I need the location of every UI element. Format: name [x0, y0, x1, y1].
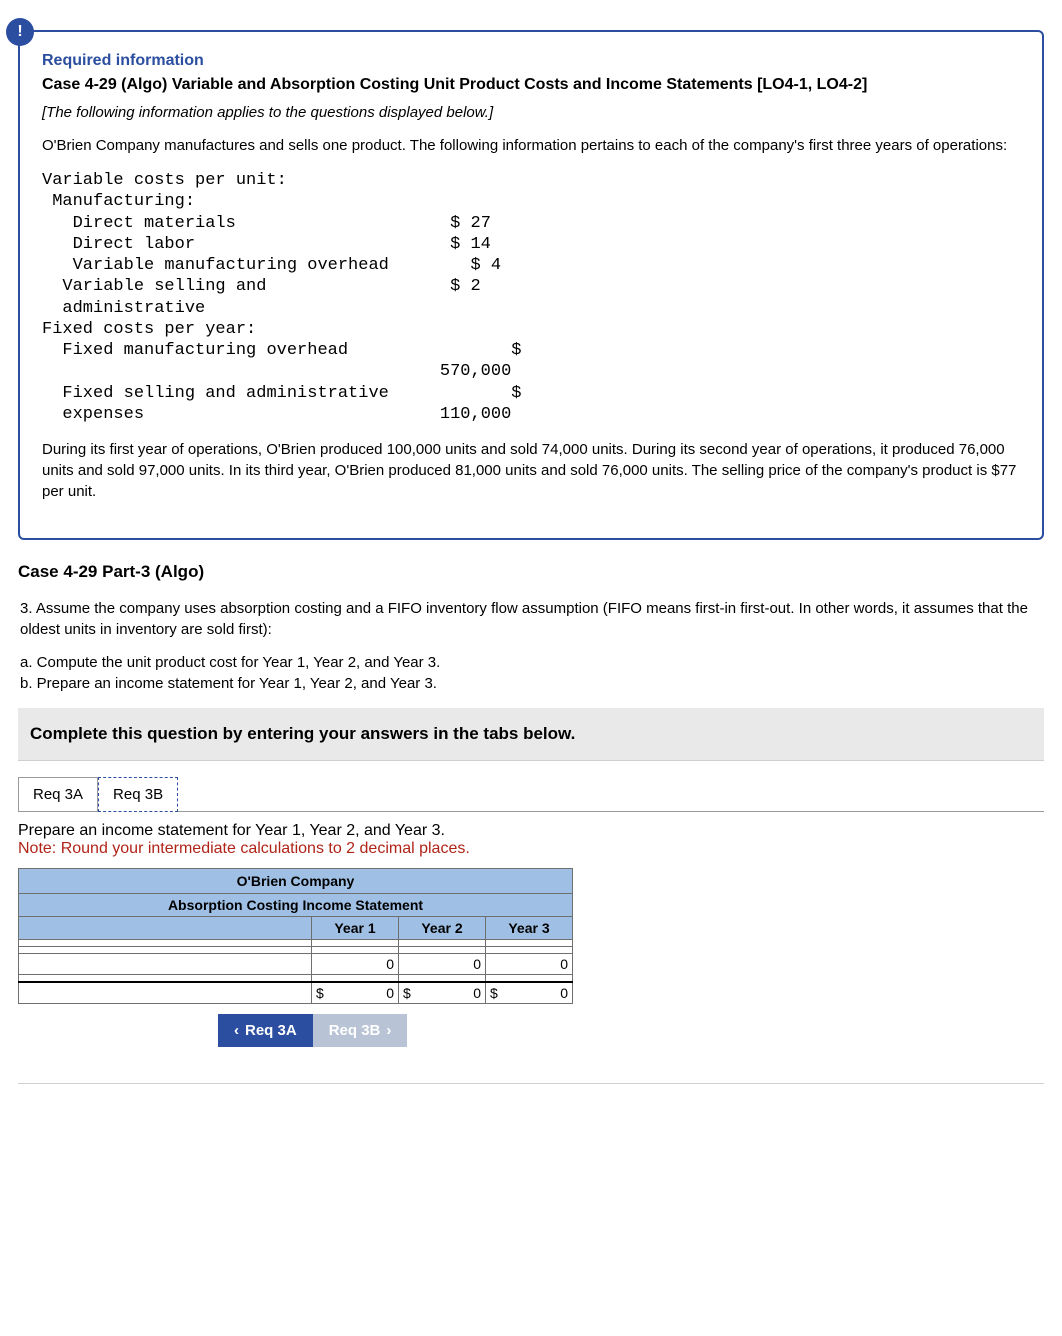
row1-y1[interactable]	[312, 940, 399, 947]
row2-y3[interactable]	[486, 947, 573, 954]
vsa-label-line1: Variable selling and	[62, 277, 266, 296]
variable-costs-heading: Variable costs per unit:	[42, 171, 287, 190]
tab-req-3b[interactable]: Req 3B	[98, 777, 178, 812]
nav-prev-button[interactable]: ‹ Req 3A	[218, 1014, 313, 1047]
alert-icon: !	[6, 18, 34, 46]
row2-label[interactable]	[19, 947, 312, 954]
fsa-currency: $	[511, 384, 521, 403]
fmo-value: 570,000	[440, 362, 511, 381]
tabs-row: Req 3A Req 3B	[18, 777, 1044, 812]
row3-y3: 0	[486, 954, 573, 975]
table-company-header: O'Brien Company	[19, 869, 573, 894]
fsa-value: 110,000	[440, 405, 511, 424]
tab-content: Prepare an income statement for Year 1, …	[18, 812, 1044, 1047]
tab-prompt: Prepare an income statement for Year 1, …	[18, 822, 1044, 840]
row3-y1: 0	[312, 954, 399, 975]
row4-y1[interactable]	[312, 975, 399, 983]
income-statement-table: O'Brien Company Absorption Costing Incom…	[18, 868, 573, 1004]
row4-label[interactable]	[19, 975, 312, 983]
row5-label[interactable]	[19, 982, 312, 1004]
question-b: b. Prepare an income statement for Year …	[20, 673, 1042, 694]
row1-y3[interactable]	[486, 940, 573, 947]
vmo-label: Variable manufacturing overhead	[73, 256, 389, 275]
question-a: a. Compute the unit product cost for Yea…	[20, 652, 1042, 673]
direct-materials-label: Direct materials	[73, 214, 236, 233]
row1-label[interactable]	[19, 940, 312, 947]
question-intro: 3. Assume the company uses absorption co…	[20, 598, 1042, 640]
operations-paragraph: During its first year of operations, O'B…	[42, 439, 1020, 502]
nav-next-label: Req 3B	[329, 1022, 381, 1039]
required-info-heading: Required information	[42, 52, 1020, 70]
direct-labor-value: $ 14	[450, 235, 491, 254]
row5-y3: $0	[486, 982, 573, 1004]
row5-y2: $0	[399, 982, 486, 1004]
col-year-3: Year 3	[486, 917, 573, 940]
col-year-1: Year 1	[312, 917, 399, 940]
nav-next-button[interactable]: Req 3B ›	[313, 1014, 408, 1047]
applies-note: [The following information applies to th…	[42, 104, 1020, 121]
row4-y2[interactable]	[399, 975, 486, 983]
fixed-costs-heading: Fixed costs per year:	[42, 320, 256, 339]
vsa-label-line2: administrative	[62, 299, 205, 318]
company-intro-paragraph: O'Brien Company manufactures and sells o…	[42, 135, 1020, 156]
fsa-label-line2: expenses	[62, 405, 144, 424]
row1-y2[interactable]	[399, 940, 486, 947]
fmo-currency: $	[511, 341, 521, 360]
nav-row: ‹ Req 3A Req 3B ›	[218, 1014, 1044, 1047]
chevron-right-icon: ›	[386, 1022, 391, 1039]
row2-y2[interactable]	[399, 947, 486, 954]
rounding-note: Note: Round your intermediate calculatio…	[18, 840, 1044, 858]
direct-labor-label: Direct labor	[73, 235, 195, 254]
vmo-value: $ 4	[471, 256, 502, 275]
tab-req-3a[interactable]: Req 3A	[18, 777, 98, 812]
fsa-label-line1: Fixed selling and administrative	[62, 384, 388, 403]
nav-prev-label: Req 3A	[245, 1022, 297, 1039]
fmo-label: Fixed manufacturing overhead	[62, 341, 348, 360]
part-title: Case 4-29 Part-3 (Algo)	[18, 562, 1044, 582]
table-blank-header	[19, 917, 312, 940]
direct-materials-value: $ 27	[450, 214, 491, 233]
row5-y1: $0	[312, 982, 399, 1004]
table-subtitle-header: Absorption Costing Income Statement	[19, 894, 573, 917]
manufacturing-heading: Manufacturing:	[52, 192, 195, 211]
row4-y3[interactable]	[486, 975, 573, 983]
row2-y1[interactable]	[312, 947, 399, 954]
chevron-left-icon: ‹	[234, 1022, 239, 1039]
vsa-value: $ 2	[450, 277, 481, 296]
case-title: Case 4-29 (Algo) Variable and Absorption…	[42, 76, 1020, 94]
cost-data-block: Variable costs per unit: Manufacturing: …	[42, 170, 1020, 425]
row3-label[interactable]	[19, 954, 312, 975]
row3-y2: 0	[399, 954, 486, 975]
col-year-2: Year 2	[399, 917, 486, 940]
required-information-box: ! Required information Case 4-29 (Algo) …	[18, 30, 1044, 540]
page-footer	[18, 1083, 1044, 1108]
instruction-bar: Complete this question by entering your …	[18, 708, 1044, 761]
